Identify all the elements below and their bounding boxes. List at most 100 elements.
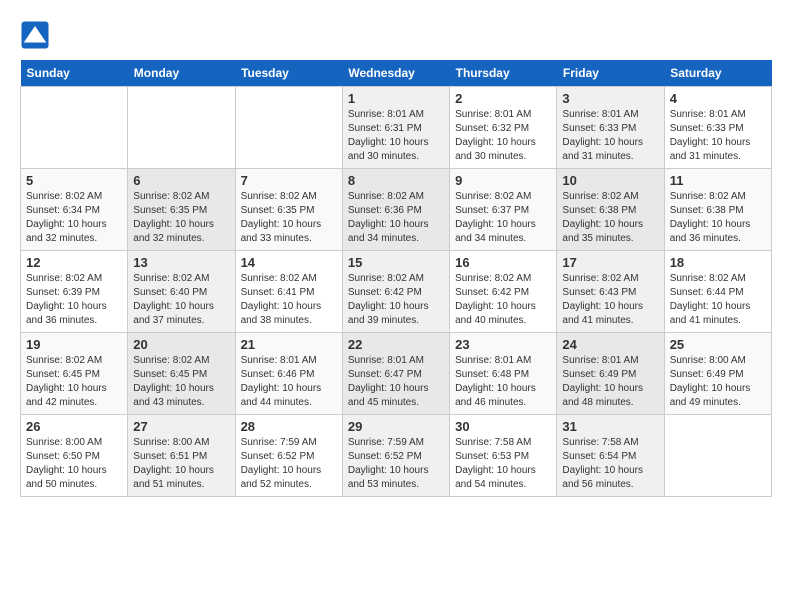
day-number: 4 bbox=[670, 91, 766, 106]
day-info: Sunrise: 8:02 AM Sunset: 6:34 PM Dayligh… bbox=[26, 190, 122, 246]
day-info: Sunrise: 8:01 AM Sunset: 6:31 PM Dayligh… bbox=[348, 108, 444, 164]
day-header-sunday: Sunday bbox=[21, 60, 128, 87]
day-number: 27 bbox=[133, 419, 229, 434]
day-cell: 17Sunrise: 8:02 AM Sunset: 6:43 PM Dayli… bbox=[557, 251, 664, 333]
day-info: Sunrise: 8:02 AM Sunset: 6:35 PM Dayligh… bbox=[133, 190, 229, 246]
calendar-header-row: SundayMondayTuesdayWednesdayThursdayFrid… bbox=[21, 60, 772, 87]
day-cell: 28Sunrise: 7:59 AM Sunset: 6:52 PM Dayli… bbox=[235, 415, 342, 497]
day-cell: 1 Sunrise: 8:01 AM Sunset: 6:31 PM Daylig… bbox=[342, 87, 449, 169]
week-row-3: 12 Sunrise: 8:02 AM Sunset: 6:39 PM Dayli… bbox=[21, 251, 772, 333]
day-cell: 20 Sunrise: 8:02 AM Sunset: 6:45 PM Dayli… bbox=[128, 333, 235, 415]
day-cell bbox=[664, 415, 771, 497]
day-header-thursday: Thursday bbox=[450, 60, 557, 87]
day-info: Sunrise: 8:00 AM Sunset: 6:51 PM Dayligh… bbox=[133, 436, 229, 492]
day-number: 1 bbox=[348, 91, 444, 106]
day-info: Sunrise: 7:59 AM Sunset: 6:52 PM Dayligh… bbox=[348, 436, 444, 492]
day-cell: 14 Sunrise: 8:02 AM Sunset: 6:41 PM Dayli… bbox=[235, 251, 342, 333]
day-cell: 11 Sunrise: 8:02 AM Sunset: 6:38 PM Dayli… bbox=[664, 169, 771, 251]
calendar-table: SundayMondayTuesdayWednesdayThursdayFrid… bbox=[20, 60, 772, 497]
day-cell: 16 Sunrise: 8:02 AM Sunset: 6:42 PM Dayli… bbox=[450, 251, 557, 333]
week-row-5: 26Sunrise: 8:00 AM Sunset: 6:50 PM Dayli… bbox=[21, 415, 772, 497]
day-cell bbox=[21, 87, 128, 169]
day-number: 7 bbox=[241, 173, 337, 188]
week-row-1: 1 Sunrise: 8:01 AM Sunset: 6:31 PM Daylig… bbox=[21, 87, 772, 169]
day-number: 24 bbox=[562, 337, 658, 352]
day-cell bbox=[128, 87, 235, 169]
day-number: 11 bbox=[670, 173, 766, 188]
day-cell: 24 Sunrise: 8:01 AM Sunset: 6:49 PM Dayli… bbox=[557, 333, 664, 415]
day-cell: 3Sunrise: 8:01 AM Sunset: 6:33 PM Daylig… bbox=[557, 87, 664, 169]
day-info: Sunrise: 7:59 AM Sunset: 6:52 PM Dayligh… bbox=[241, 436, 337, 492]
day-number: 3 bbox=[562, 91, 658, 106]
day-info: Sunrise: 8:02 AM Sunset: 6:40 PM Dayligh… bbox=[133, 272, 229, 328]
day-number: 14 bbox=[241, 255, 337, 270]
day-info: Sunrise: 8:02 AM Sunset: 6:41 PM Dayligh… bbox=[241, 272, 337, 328]
day-cell: 5 Sunrise: 8:02 AM Sunset: 6:34 PM Daylig… bbox=[21, 169, 128, 251]
day-cell: 4 Sunrise: 8:01 AM Sunset: 6:33 PM Daylig… bbox=[664, 87, 771, 169]
day-cell: 21 Sunrise: 8:01 AM Sunset: 6:46 PM Dayli… bbox=[235, 333, 342, 415]
day-number: 17 bbox=[562, 255, 658, 270]
day-number: 23 bbox=[455, 337, 551, 352]
day-number: 6 bbox=[133, 173, 229, 188]
day-header-friday: Friday bbox=[557, 60, 664, 87]
day-info: Sunrise: 8:02 AM Sunset: 6:42 PM Dayligh… bbox=[348, 272, 444, 328]
day-number: 20 bbox=[133, 337, 229, 352]
day-info: Sunrise: 8:02 AM Sunset: 6:44 PM Dayligh… bbox=[670, 272, 766, 328]
day-cell: 9 Sunrise: 8:02 AM Sunset: 6:37 PM Daylig… bbox=[450, 169, 557, 251]
day-cell bbox=[235, 87, 342, 169]
day-number: 31 bbox=[562, 419, 658, 434]
day-info: Sunrise: 8:02 AM Sunset: 6:42 PM Dayligh… bbox=[455, 272, 551, 328]
day-info: Sunrise: 8:02 AM Sunset: 6:45 PM Dayligh… bbox=[133, 354, 229, 410]
day-cell: 29 Sunrise: 7:59 AM Sunset: 6:52 PM Dayli… bbox=[342, 415, 449, 497]
day-info: Sunrise: 8:02 AM Sunset: 6:36 PM Dayligh… bbox=[348, 190, 444, 246]
day-info: Sunrise: 8:01 AM Sunset: 6:47 PM Dayligh… bbox=[348, 354, 444, 410]
week-row-4: 19 Sunrise: 8:02 AM Sunset: 6:45 PM Dayli… bbox=[21, 333, 772, 415]
day-cell: 25Sunrise: 8:00 AM Sunset: 6:49 PM Dayli… bbox=[664, 333, 771, 415]
day-number: 16 bbox=[455, 255, 551, 270]
day-info: Sunrise: 8:02 AM Sunset: 6:38 PM Dayligh… bbox=[670, 190, 766, 246]
page-header bbox=[20, 20, 772, 50]
day-cell: 12 Sunrise: 8:02 AM Sunset: 6:39 PM Dayli… bbox=[21, 251, 128, 333]
day-info: Sunrise: 8:01 AM Sunset: 6:33 PM Dayligh… bbox=[670, 108, 766, 164]
day-info: Sunrise: 8:00 AM Sunset: 6:50 PM Dayligh… bbox=[26, 436, 122, 492]
day-number: 9 bbox=[455, 173, 551, 188]
day-info: Sunrise: 8:02 AM Sunset: 6:39 PM Dayligh… bbox=[26, 272, 122, 328]
day-cell: 2 Sunrise: 8:01 AM Sunset: 6:32 PM Daylig… bbox=[450, 87, 557, 169]
day-info: Sunrise: 8:01 AM Sunset: 6:49 PM Dayligh… bbox=[562, 354, 658, 410]
day-cell: 6 Sunrise: 8:02 AM Sunset: 6:35 PM Daylig… bbox=[128, 169, 235, 251]
week-row-2: 5 Sunrise: 8:02 AM Sunset: 6:34 PM Daylig… bbox=[21, 169, 772, 251]
logo-icon bbox=[20, 20, 50, 50]
day-number: 30 bbox=[455, 419, 551, 434]
day-info: Sunrise: 8:02 AM Sunset: 6:35 PM Dayligh… bbox=[241, 190, 337, 246]
day-info: Sunrise: 8:02 AM Sunset: 6:45 PM Dayligh… bbox=[26, 354, 122, 410]
day-number: 12 bbox=[26, 255, 122, 270]
day-info: Sunrise: 8:01 AM Sunset: 6:46 PM Dayligh… bbox=[241, 354, 337, 410]
day-number: 21 bbox=[241, 337, 337, 352]
day-number: 10 bbox=[562, 173, 658, 188]
day-cell: 26Sunrise: 8:00 AM Sunset: 6:50 PM Dayli… bbox=[21, 415, 128, 497]
day-cell: 8 Sunrise: 8:02 AM Sunset: 6:36 PM Daylig… bbox=[342, 169, 449, 251]
day-number: 19 bbox=[26, 337, 122, 352]
day-header-saturday: Saturday bbox=[664, 60, 771, 87]
day-number: 18 bbox=[670, 255, 766, 270]
day-info: Sunrise: 8:00 AM Sunset: 6:49 PM Dayligh… bbox=[670, 354, 766, 410]
day-cell: 31 Sunrise: 7:58 AM Sunset: 6:54 PM Dayli… bbox=[557, 415, 664, 497]
day-number: 22 bbox=[348, 337, 444, 352]
day-number: 8 bbox=[348, 173, 444, 188]
day-info: Sunrise: 7:58 AM Sunset: 6:54 PM Dayligh… bbox=[562, 436, 658, 492]
day-number: 2 bbox=[455, 91, 551, 106]
day-cell: 19 Sunrise: 8:02 AM Sunset: 6:45 PM Dayli… bbox=[21, 333, 128, 415]
day-cell: 10Sunrise: 8:02 AM Sunset: 6:38 PM Dayli… bbox=[557, 169, 664, 251]
day-info: Sunrise: 8:01 AM Sunset: 6:32 PM Dayligh… bbox=[455, 108, 551, 164]
day-info: Sunrise: 7:58 AM Sunset: 6:53 PM Dayligh… bbox=[455, 436, 551, 492]
day-number: 5 bbox=[26, 173, 122, 188]
day-cell: 13Sunrise: 8:02 AM Sunset: 6:40 PM Dayli… bbox=[128, 251, 235, 333]
day-cell: 22 Sunrise: 8:01 AM Sunset: 6:47 PM Dayli… bbox=[342, 333, 449, 415]
day-info: Sunrise: 8:02 AM Sunset: 6:37 PM Dayligh… bbox=[455, 190, 551, 246]
day-header-tuesday: Tuesday bbox=[235, 60, 342, 87]
day-number: 15 bbox=[348, 255, 444, 270]
day-number: 29 bbox=[348, 419, 444, 434]
day-cell: 23Sunrise: 8:01 AM Sunset: 6:48 PM Dayli… bbox=[450, 333, 557, 415]
day-header-wednesday: Wednesday bbox=[342, 60, 449, 87]
day-header-monday: Monday bbox=[128, 60, 235, 87]
